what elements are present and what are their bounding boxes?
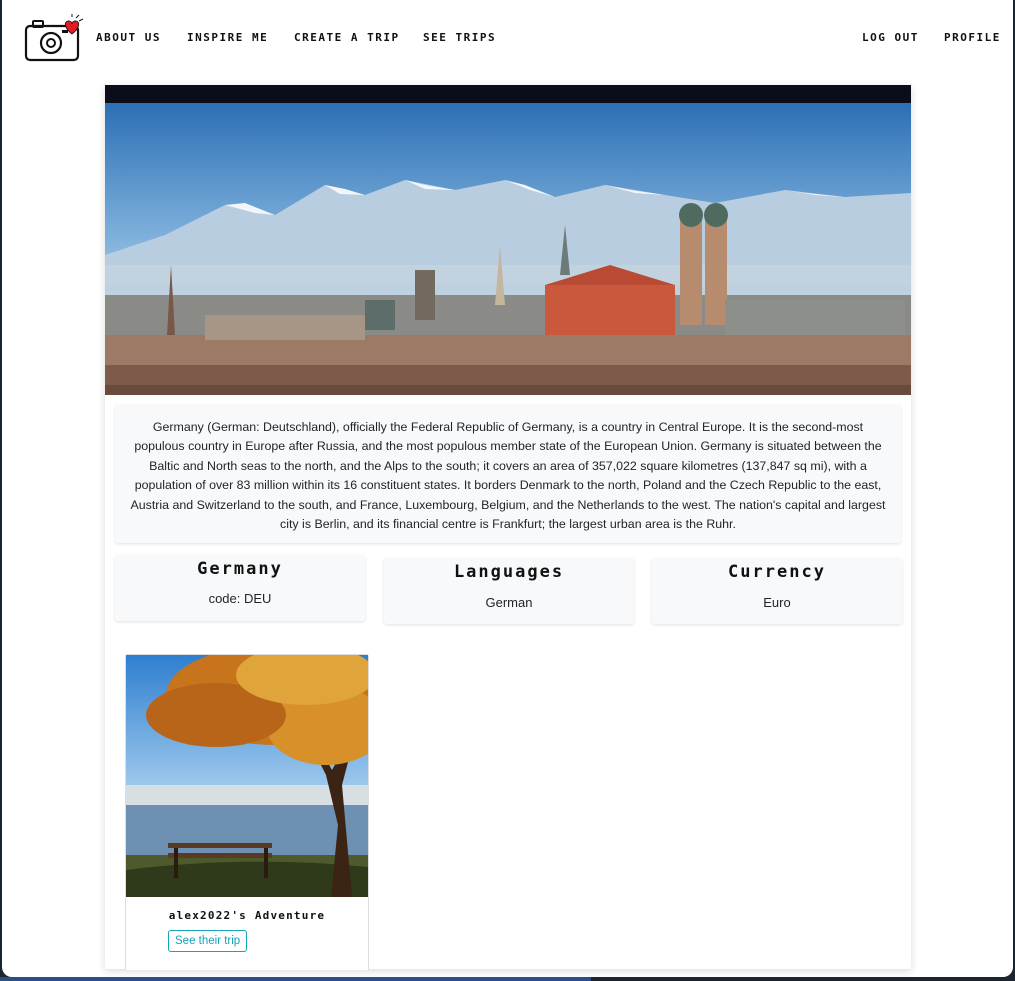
nav-see-trips[interactable]: SEE TRIPS [423, 31, 496, 44]
browser-window: ABOUT US INSPIRE ME CREATE A TRIP SEE TR… [2, 0, 1013, 977]
country-hero-image [105, 85, 911, 395]
country-name-box: Germany code: DEU [115, 555, 365, 621]
languages-box: Languages German [384, 558, 634, 624]
languages-value: German [485, 595, 533, 610]
trip-title: alex2022's Adventure [168, 909, 326, 922]
currency-box: Currency Euro [652, 558, 902, 624]
country-description: Germany (German: Deutschland), officiall… [115, 405, 901, 543]
country-name: Germany [197, 559, 283, 579]
taskbar-strip [0, 977, 591, 981]
nav-inspire-me[interactable]: INSPIRE ME [187, 31, 268, 44]
currency-value: Euro [763, 595, 791, 610]
currency-title: Currency [728, 562, 826, 582]
trip-image [126, 655, 368, 897]
camera-heart-icon[interactable] [24, 14, 84, 64]
country-card: Germany (German: Deutschland), officiall… [105, 85, 911, 970]
trip-card: alex2022's Adventure See their trip [125, 654, 369, 970]
country-code: code: DEU [208, 591, 272, 606]
nav-log-out[interactable]: LOG OUT [862, 31, 919, 44]
see-their-trip-button[interactable]: See their trip [168, 930, 248, 952]
languages-title: Languages [453, 562, 565, 582]
nav-create-a-trip[interactable]: CREATE A TRIP [294, 31, 400, 44]
nav-profile[interactable]: PROFILE [944, 31, 1001, 44]
nav-about-us[interactable]: ABOUT US [96, 31, 161, 44]
